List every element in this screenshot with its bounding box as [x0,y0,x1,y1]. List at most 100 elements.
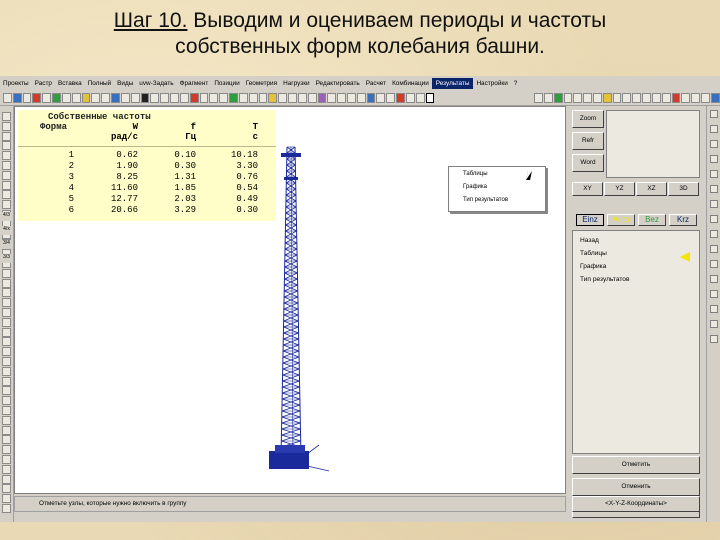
side-tool-icon[interactable] [710,305,718,313]
toolbar-tool-icon[interactable] [71,92,81,103]
menu-item-0[interactable]: Проекты [0,79,32,88]
toolbar-tool-icon[interactable] [671,92,681,103]
toolbar-tool-icon[interactable] [120,92,130,103]
toolbar-tool-icon[interactable] [229,92,238,103]
toolbar-tool-icon[interactable] [3,92,12,103]
toolbar-tool-icon[interactable] [81,92,91,103]
menu-item-5[interactable]: uvw-Задать [136,79,176,88]
toolbar-tool-icon[interactable] [160,92,170,103]
dropdown-item[interactable]: Таблицы [463,171,488,177]
menu-item-14[interactable]: Настройки [473,79,510,88]
toolbar-tool-icon[interactable] [52,92,61,103]
toolbar-tool-icon[interactable] [248,92,258,103]
menu-item-13[interactable]: Результаты [431,77,474,89]
side-tool-icon[interactable] [710,200,718,208]
toolbar-tool-icon[interactable] [297,92,307,103]
left-tool-icon[interactable] [2,357,11,366]
side-tool-icon[interactable] [710,230,718,238]
toolbar-tool-icon[interactable] [101,92,111,103]
menu-item-4[interactable]: Виды [114,79,136,88]
action-button-0[interactable]: Отметить [572,456,700,474]
toolbar-tool-icon[interactable] [61,92,71,103]
side-tool-icon[interactable] [710,170,718,178]
left-tool-label[interactable]: 3/4 [2,240,11,249]
left-tool-icon[interactable] [2,268,11,278]
tab-bez[interactable]: Bez [638,214,666,226]
toolbar-tool-icon[interactable] [219,92,229,103]
dropdown-item[interactable]: Графика [463,184,487,190]
toolbar-tool-icon[interactable] [179,92,189,103]
toolbar-tool-icon[interactable] [681,92,691,103]
left-tool-icon[interactable] [2,131,11,141]
toolbar-tool-icon[interactable] [42,92,52,103]
left-tool-icon[interactable] [2,445,11,455]
toolbar-tool-icon[interactable] [258,92,268,103]
side-tool-icon[interactable] [710,320,718,328]
dropdown-item[interactable]: Тип результатов [463,197,508,203]
toolbar-tool-icon[interactable] [612,92,622,103]
toolbar-tool-icon[interactable] [189,92,199,103]
results-list-item[interactable]: Тип результатов [580,276,629,283]
left-tool-icon[interactable] [2,308,11,317]
left-tool-icon[interactable] [2,415,11,425]
left-tool-icon[interactable] [2,464,11,474]
menu-item-10[interactable]: Редактировать [313,79,363,88]
toolbar-tool-icon[interactable] [209,92,219,103]
left-tool-label[interactable]: 4/x [2,226,11,235]
toolbar-tool-icon[interactable] [710,92,720,103]
left-tool-icon[interactable] [2,494,11,504]
toolbar-tool-icon[interactable] [553,92,563,103]
menu-item-7[interactable]: Позиции [211,79,242,88]
left-tool-icon[interactable] [2,161,11,170]
toolbar-tool-icon[interactable] [317,92,327,103]
side-tool-icon[interactable] [710,260,718,268]
left-tool-icon[interactable] [2,288,11,298]
toolbar-tool-icon[interactable] [376,92,386,103]
toolbar-tool-icon[interactable] [405,92,415,103]
left-tool-icon[interactable] [2,396,11,406]
side-tool-icon[interactable] [710,275,718,283]
toolbar-tool-icon[interactable] [356,92,366,103]
side-tool-icon[interactable] [710,155,718,163]
toolbar-tool-icon[interactable] [396,92,405,103]
results-list-item[interactable]: Таблицы [580,250,607,257]
coord-button[interactable]: <X-Y-Z-Координаты> [572,496,700,512]
view-button-xy[interactable]: XY [572,182,603,196]
tab-einz[interactable]: Einz [576,214,604,226]
view-button-yz[interactable]: YZ [604,182,635,196]
menu-item-9[interactable]: Нагрузки [280,79,312,88]
toolbar-tool-icon[interactable] [563,92,573,103]
toolbar-tool-icon[interactable] [238,92,248,103]
menu-item-6[interactable]: Фрагмент [177,79,212,88]
toolbar-tool-icon[interactable] [691,92,701,103]
view-button-3d[interactable]: 3D [668,182,699,196]
toolbar-tool-icon[interactable] [593,92,602,103]
toolbar-tool-icon[interactable] [573,92,583,103]
toolbar-tool-icon[interactable] [346,92,356,103]
menu-item-1[interactable]: Растр [32,79,55,88]
toolbar-tool-icon[interactable] [602,92,612,103]
menu-item-8[interactable]: Геометрия [243,79,280,88]
left-tool-icon[interactable] [2,317,11,327]
side-tool-icon[interactable] [710,245,718,253]
left-tool-icon[interactable] [2,425,11,435]
side-tool-icon[interactable] [710,125,718,133]
menu-item-3[interactable]: Полный [85,79,114,88]
side-tool-icon[interactable] [710,140,718,148]
left-tool-icon[interactable] [2,180,11,190]
side-tool-icon[interactable] [710,290,718,298]
toolbar-tool-icon[interactable] [425,92,435,103]
toolbar-tool-icon[interactable] [701,92,710,103]
toolbar-tool-icon[interactable] [327,92,337,103]
toolbar-tool-icon[interactable] [199,92,209,103]
view-button-xz[interactable]: XZ [636,182,667,196]
toolbar-tool-icon[interactable] [366,92,376,103]
toolbar-tool-icon[interactable] [278,92,288,103]
left-tool-icon[interactable] [2,278,11,288]
toolbar-tool-icon[interactable] [642,92,651,103]
left-tool-icon[interactable] [2,337,11,347]
toolbar-tool-icon[interactable] [415,92,425,103]
toolbar-tool-icon[interactable] [651,92,661,103]
results-list-item[interactable]: Назад [580,237,599,244]
left-tool-icon[interactable] [2,141,11,151]
